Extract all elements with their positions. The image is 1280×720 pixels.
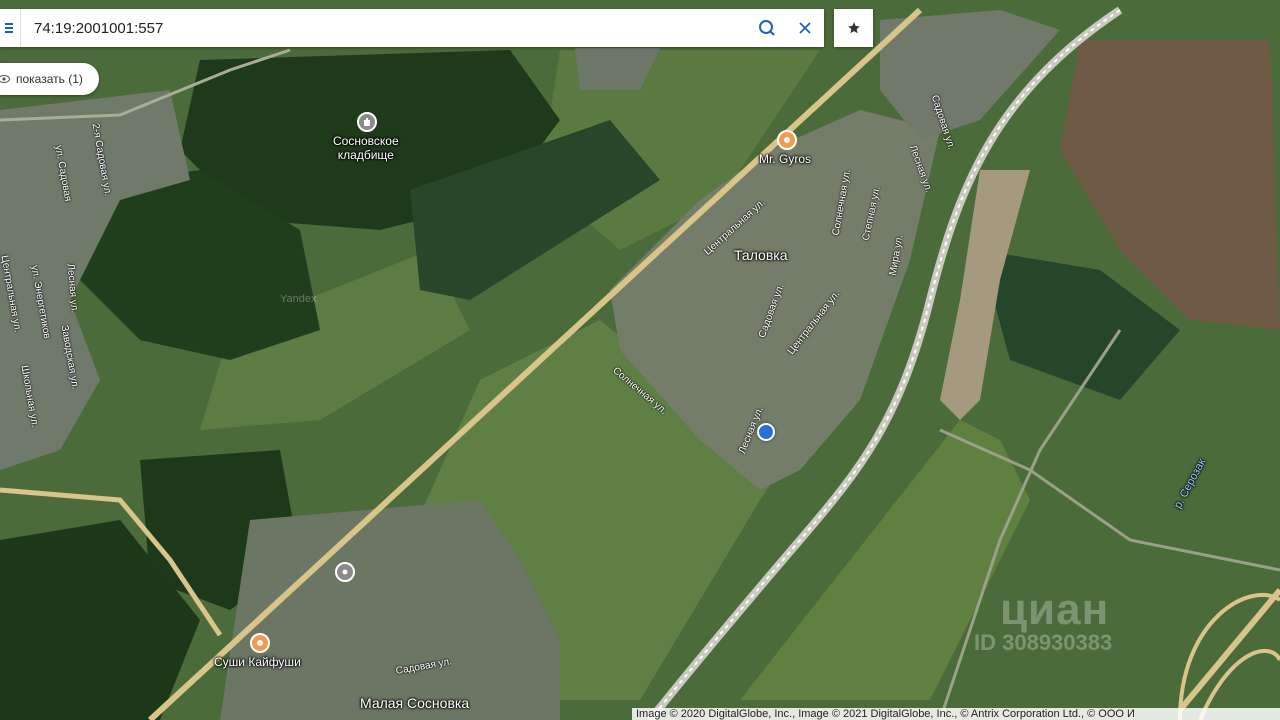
star-icon[interactable] [834, 9, 873, 47]
search-input[interactable]: 74:19:2001001:557 [21, 20, 748, 37]
sushi-label[interactable]: Суши Кайфуши [214, 655, 301, 669]
search-icon[interactable] [748, 9, 786, 47]
map-attribution: Image © 2020 DigitalGlobe, Inc., Image ©… [632, 708, 1280, 720]
restaurant-icon[interactable] [777, 130, 797, 150]
sushi-icon[interactable] [250, 633, 270, 653]
malaya-sosnovka-label[interactable]: Малая Сосновка [360, 695, 469, 711]
location-marker[interactable] [757, 423, 775, 441]
eye-icon [0, 74, 10, 84]
close-icon[interactable] [786, 9, 824, 47]
show-filter-label: показать (1) [16, 72, 83, 86]
yandex-watermark: Yandex [280, 293, 317, 305]
menu-icon[interactable] [0, 9, 20, 47]
landmark-icon[interactable] [335, 562, 355, 582]
cemetery-icon[interactable] [357, 112, 377, 132]
cemetery-label[interactable]: Сосновское кладбище [333, 134, 399, 162]
cian-watermark-id: ID 308930383 [974, 630, 1113, 655]
gyros-label[interactable]: Mr. Gyros [759, 152, 811, 166]
search-bar: 74:19:2001001:557 [0, 9, 824, 47]
cian-watermark-logo: циан [1000, 585, 1110, 634]
talovka-label[interactable]: Таловка [734, 247, 787, 263]
show-filter-button[interactable]: показать (1) [0, 63, 99, 95]
